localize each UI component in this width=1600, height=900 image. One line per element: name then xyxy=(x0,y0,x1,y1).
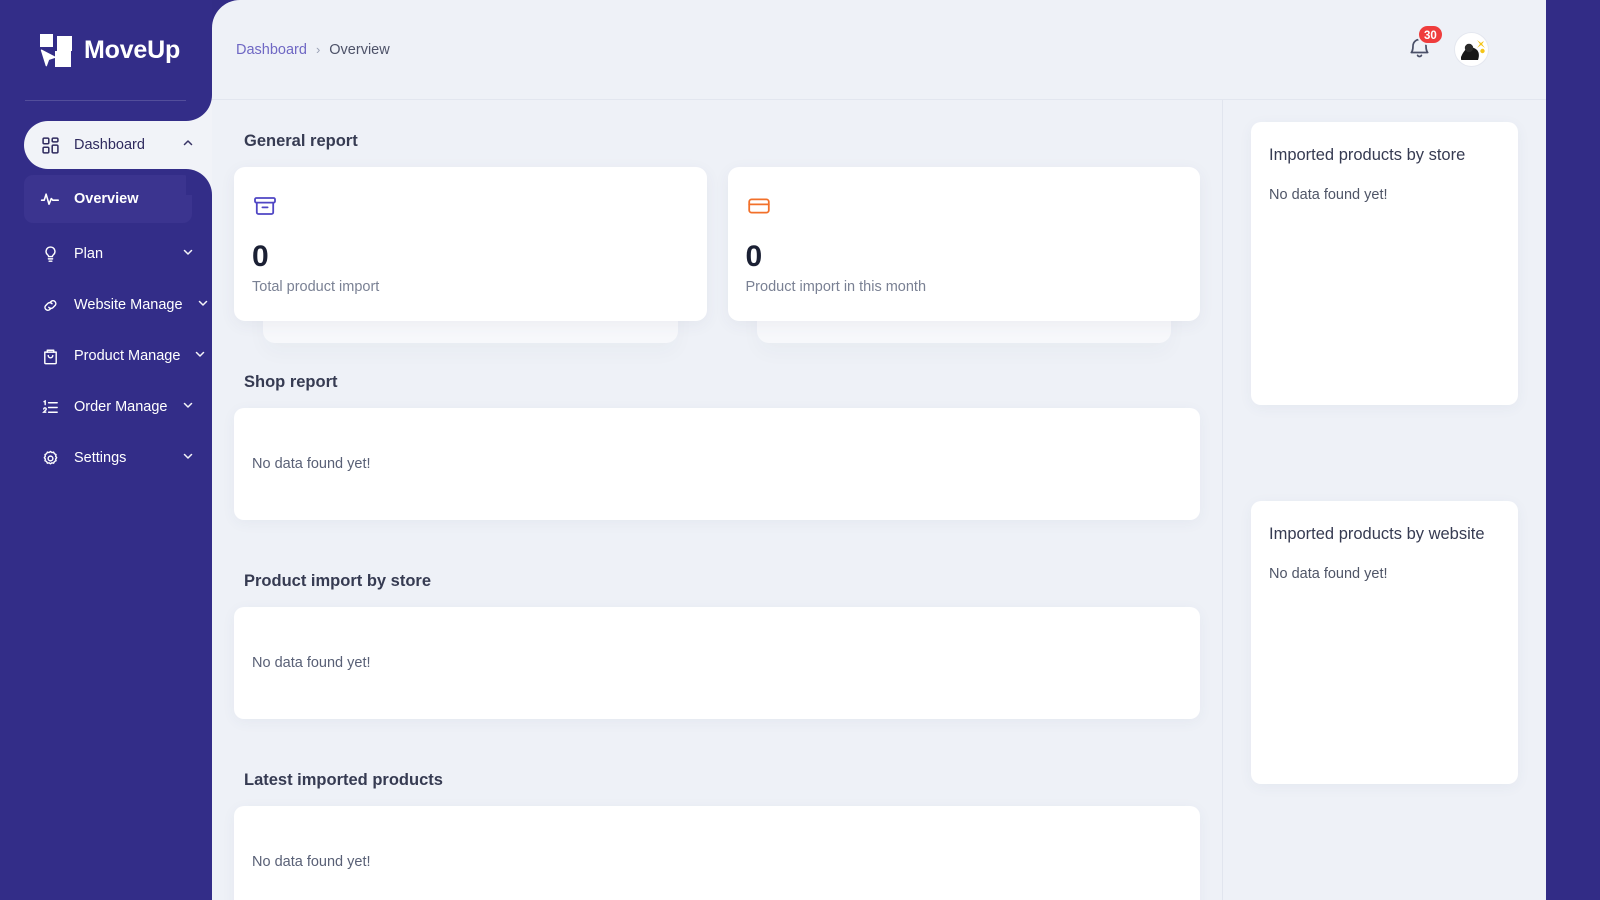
sidebar-item-settings[interactable]: Settings xyxy=(0,433,212,483)
credit-card-icon xyxy=(746,193,772,219)
breadcrumb-dashboard[interactable]: Dashboard xyxy=(236,42,307,58)
breadcrumb-separator-icon: › xyxy=(315,42,321,57)
sidebar-item-label: Plan xyxy=(74,246,104,262)
sidebar-item-dashboard[interactable]: Dashboard xyxy=(24,95,212,195)
chevron-down-icon xyxy=(182,450,194,466)
empty-state-text: No data found yet! xyxy=(252,853,371,870)
stat-card-month-import-stack: 0 Product import in this month xyxy=(727,167,1200,343)
chevron-up-icon xyxy=(182,137,194,153)
breadcrumb: Dashboard › Overview xyxy=(236,42,390,58)
panel-shop-report: No data found yet! xyxy=(234,407,1200,520)
stat-card-product-import-this-month[interactable]: 0 Product import in this month xyxy=(727,167,1200,321)
card-title: Imported products by website xyxy=(1269,525,1485,543)
stat-card-grid: 0 Total product import 0 Product import … xyxy=(234,167,1200,343)
chevron-down-icon xyxy=(194,348,206,364)
sidebar-item-label: Product Manage xyxy=(74,348,181,364)
card-imported-products-by-store: Imported products by store No data found… xyxy=(1251,122,1518,405)
sidebar-nav: Dashboard Overview Plan Website Manage P… xyxy=(0,95,212,483)
main-column: General report 0 Total product import 0 … xyxy=(212,100,1222,900)
topbar: Dashboard › Overview 30 xyxy=(212,0,1546,100)
stat-label: Total product import xyxy=(252,278,380,295)
empty-state-text: No data found yet! xyxy=(252,455,371,472)
sidebar-item-label: Overview xyxy=(74,191,139,207)
sidebar-item-label: Settings xyxy=(74,450,127,466)
empty-state-text: No data found yet! xyxy=(1269,566,1388,582)
section-title-general-report: General report xyxy=(244,132,358,150)
panel-latest-imported-products: No data found yet! xyxy=(234,805,1200,900)
section-title-latest-imported-products: Latest imported products xyxy=(244,770,443,789)
section-title-product-import-by-store: Product import by store xyxy=(244,571,432,590)
card-imported-products-by-website: Imported products by website No data fou… xyxy=(1251,501,1518,784)
brand-logo[interactable]: MoveUp xyxy=(0,0,212,100)
sidebar-item-order-manage[interactable]: Order Manage xyxy=(0,382,212,432)
card-title: Imported products by store xyxy=(1269,146,1466,164)
breadcrumb-current: Overview xyxy=(329,41,390,58)
sidebar-item-product-manage[interactable]: Product Manage xyxy=(0,331,212,381)
stat-value: 0 xyxy=(252,240,269,273)
notifications-button[interactable]: 30 xyxy=(1407,23,1444,65)
content-shell: Dashboard › Overview 30 General report 0… xyxy=(212,0,1546,900)
sidebar-item-plan[interactable]: Plan xyxy=(0,229,212,279)
aside-column: Imported products by store No data found… xyxy=(1222,100,1546,900)
brand-name: MoveUp xyxy=(84,35,181,64)
lightbulb-icon xyxy=(40,244,60,264)
stat-label: Product import in this month xyxy=(745,278,927,295)
shopping-bag-icon xyxy=(40,346,60,366)
notification-badge: 30 xyxy=(1417,23,1444,45)
sidebar-item-overview[interactable]: Overview xyxy=(24,175,192,223)
stat-card-total-import-stack: 0 Total product import xyxy=(234,167,707,343)
grid-icon xyxy=(40,135,60,155)
avatar[interactable] xyxy=(1455,33,1488,66)
section-title-shop-report: Shop report xyxy=(244,372,338,391)
panel-product-import-by-store: No data found yet! xyxy=(234,606,1200,719)
ordered-list-icon xyxy=(40,397,60,417)
chevron-down-icon xyxy=(182,399,194,415)
sidebar-item-label: Dashboard xyxy=(74,137,145,153)
user-avatar-image xyxy=(1457,35,1486,64)
app-root: MoveUp Dashboard Overview Plan Website M… xyxy=(0,0,1600,900)
empty-state-text: No data found yet! xyxy=(252,654,371,671)
topbar-actions: 30 xyxy=(1407,23,1488,66)
sidebar-item-website-manage[interactable]: Website Manage xyxy=(0,280,212,330)
chevron-down-icon xyxy=(182,246,194,262)
archive-box-icon xyxy=(252,193,278,219)
dashboard-body: General report 0 Total product import 0 … xyxy=(212,100,1546,900)
stat-card-total-product-import[interactable]: 0 Total product import xyxy=(234,167,707,321)
empty-state-text: No data found yet! xyxy=(1269,187,1388,203)
sidebar: MoveUp Dashboard Overview Plan Website M… xyxy=(0,0,212,900)
moveup-logo-icon xyxy=(40,33,73,67)
sidebar-item-label: Order Manage xyxy=(74,399,168,415)
stat-value: 0 xyxy=(745,240,763,273)
sidebar-item-label: Website Manage xyxy=(74,297,183,313)
chevron-down-icon xyxy=(197,297,209,313)
link-icon xyxy=(40,295,60,315)
activity-icon xyxy=(40,189,60,209)
gear-icon xyxy=(40,448,60,468)
